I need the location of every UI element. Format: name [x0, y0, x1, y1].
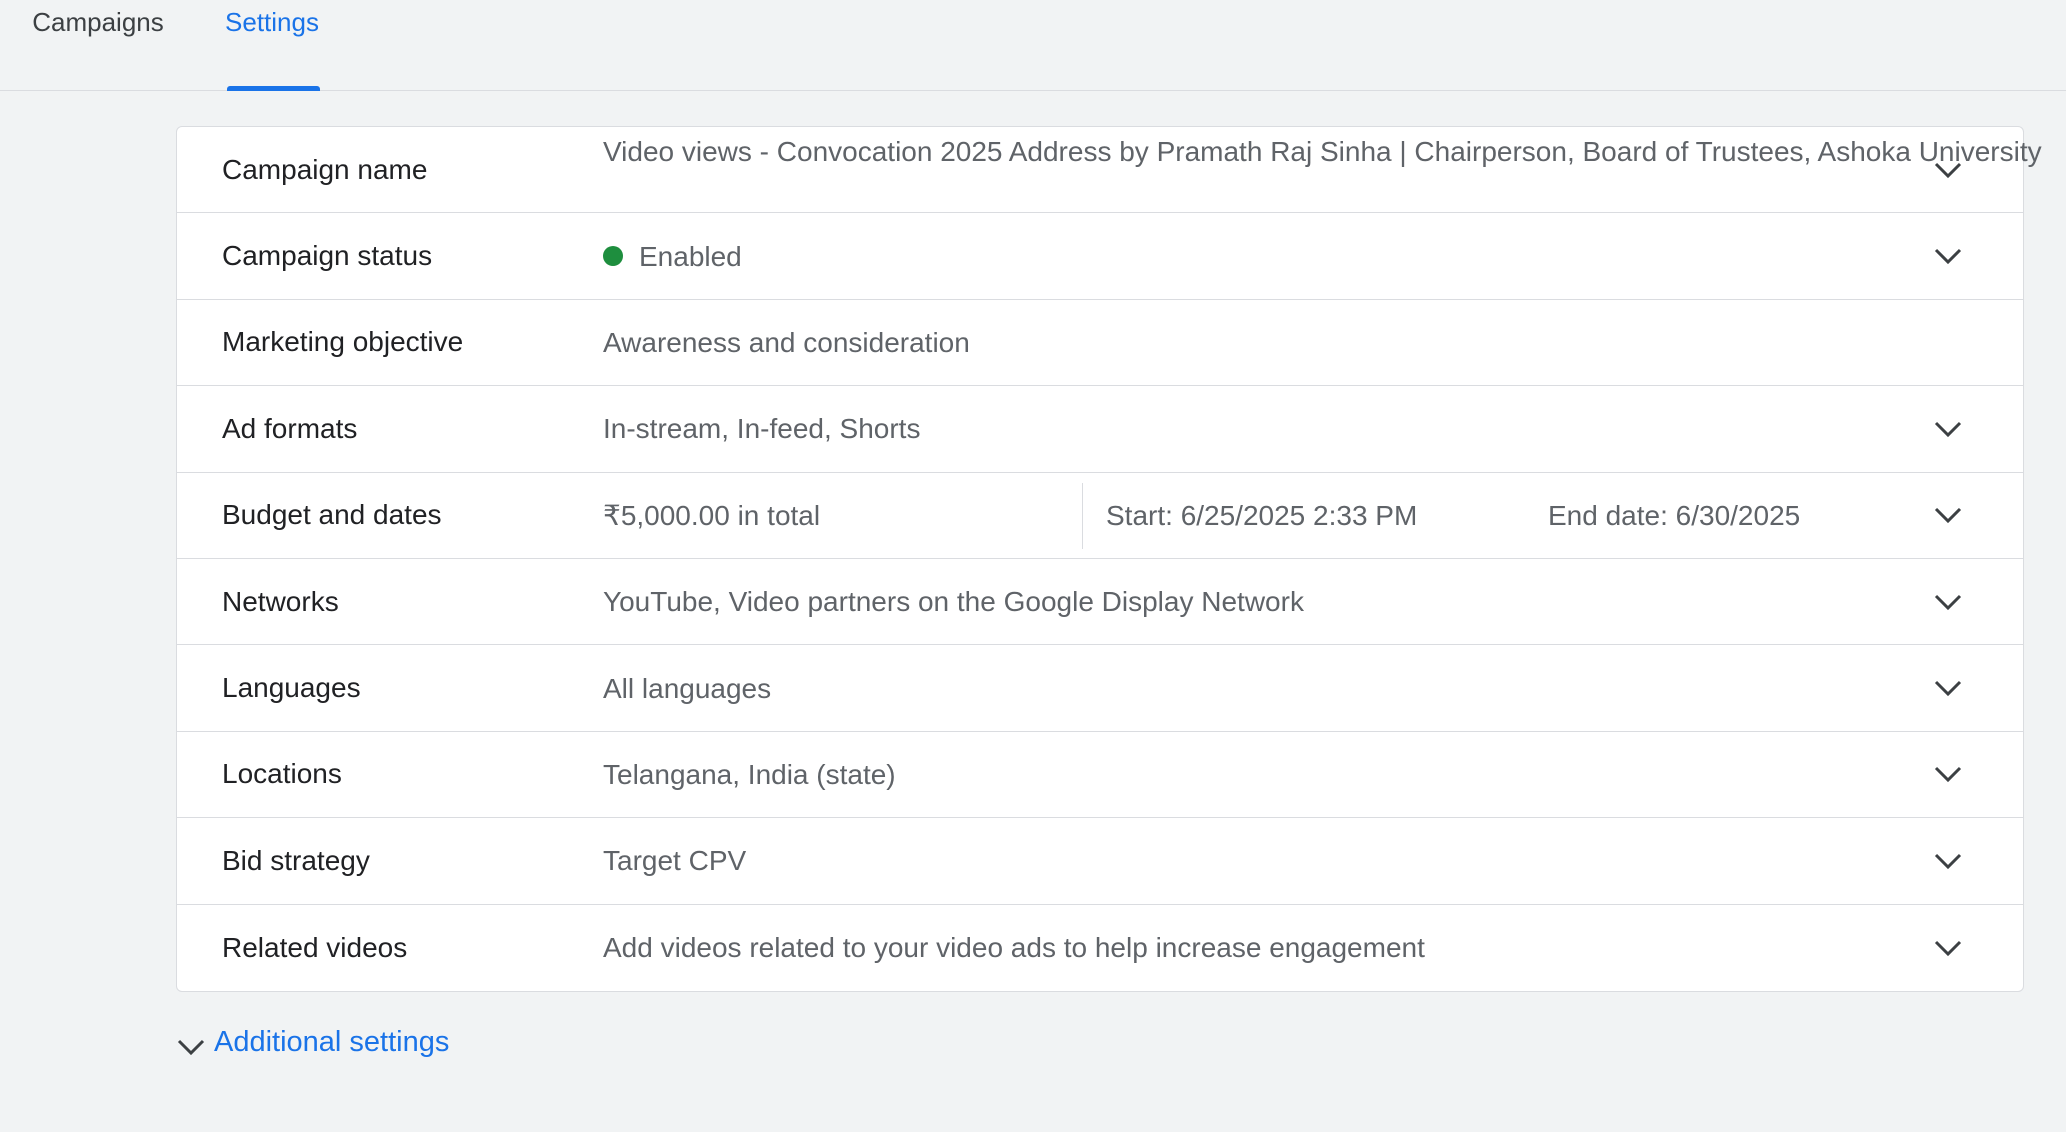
tab-bar: Campaigns Settings	[0, 0, 2066, 91]
setting-value: Target CPV	[603, 845, 747, 877]
setting-value: Telangana, India (state)	[603, 758, 896, 790]
setting-label: Ad formats	[222, 412, 358, 444]
setting-label: Bid strategy	[222, 844, 370, 876]
setting-row-campaign-name[interactable]: Campaign name Video views - Convocation …	[177, 127, 2042, 214]
tab-settings[interactable]: Settings	[212, 0, 332, 91]
chevron-down-icon[interactable]	[1933, 419, 1963, 439]
setting-label: Networks	[222, 585, 339, 617]
setting-value: Add videos related to your video ads to …	[603, 932, 1425, 964]
setting-row-budget-and-dates[interactable]: Budget and dates ₹5,000.00 in total Star…	[177, 473, 2023, 559]
chevron-down-icon[interactable]	[1933, 851, 1963, 871]
setting-row-ad-formats[interactable]: Ad formats In-stream, In-feed, Shorts	[177, 386, 2023, 473]
setting-label: Related videos	[222, 931, 408, 963]
budget-text: ₹5,000.00 in total	[603, 499, 821, 531]
setting-value: YouTube, Video partners on the Google Di…	[603, 586, 1304, 618]
setting-row-related-videos[interactable]: Related videos Add videos related to you…	[177, 905, 2023, 991]
start-date-text: Start: 6/25/2025 2:33 PM	[1106, 499, 1418, 531]
active-tab-indicator	[227, 86, 320, 91]
tab-settings-label: Settings	[225, 7, 319, 37]
chevron-down-icon[interactable]	[1933, 938, 1963, 958]
setting-value: Awareness and consideration	[603, 326, 970, 358]
setting-label: Locations	[222, 758, 342, 790]
setting-value: All languages	[603, 672, 772, 704]
chevron-down-icon[interactable]	[1933, 505, 1963, 525]
setting-row-bid-strategy[interactable]: Bid strategy Target CPV	[177, 818, 2023, 905]
chevron-down-icon[interactable]	[1933, 764, 1963, 784]
setting-value: In-stream, In-feed, Shorts	[603, 413, 921, 445]
tab-campaigns[interactable]: Campaigns	[18, 0, 178, 91]
additional-settings-link[interactable]: Additional settings	[176, 1022, 449, 1062]
status-text: Enabled	[639, 240, 742, 272]
chevron-down-icon[interactable]	[1933, 678, 1963, 698]
setting-row-networks[interactable]: Networks YouTube, Video partners on the …	[177, 559, 2023, 646]
setting-label: Campaign status	[222, 240, 433, 272]
setting-value: Enabled	[603, 213, 2066, 298]
tab-campaigns-label: Campaigns	[32, 7, 164, 37]
additional-settings-label: Additional settings	[214, 1025, 450, 1058]
setting-row-languages[interactable]: Languages All languages	[177, 645, 2023, 732]
setting-label: Languages	[222, 672, 361, 704]
setting-row-marketing-objective: Marketing objective Awareness and consid…	[177, 300, 2023, 387]
setting-row-locations[interactable]: Locations Telangana, India (state)	[177, 732, 2023, 819]
chevron-down-icon	[176, 1032, 206, 1056]
end-date-text: End date: 6/30/2025	[1548, 499, 1801, 531]
setting-label: Campaign name	[222, 153, 428, 185]
setting-value: ₹5,000.00 in total Start: 6/25/2025 2:33…	[603, 473, 2066, 558]
setting-label: Marketing objective	[222, 326, 464, 358]
setting-label: Budget and dates	[222, 499, 442, 531]
setting-value: Video views - Convocation 2025 Address b…	[603, 136, 2042, 167]
status-dot-icon	[603, 246, 623, 267]
budget-divider	[1082, 482, 1083, 549]
chevron-down-icon[interactable]	[1933, 246, 1963, 266]
chevron-down-icon[interactable]	[1933, 592, 1963, 612]
settings-card: Campaign name Video views - Convocation …	[176, 126, 2042, 992]
setting-row-campaign-status[interactable]: Campaign status Enabled	[177, 213, 2023, 300]
chevron-down-icon[interactable]	[1933, 160, 1963, 180]
